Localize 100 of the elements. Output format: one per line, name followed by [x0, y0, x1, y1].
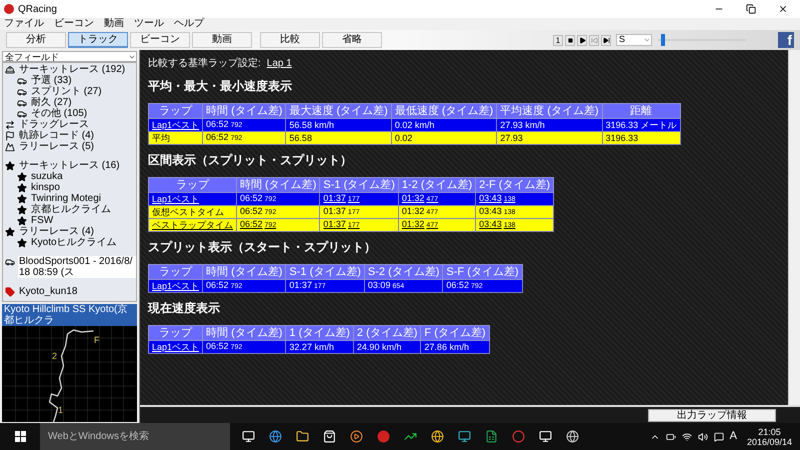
- car-icon: [5, 257, 15, 267]
- tree-item[interactable]: Twinring Motegi: [30, 193, 102, 204]
- notification-icon[interactable]: [714, 432, 724, 442]
- tree-item[interactable]: 京都ヒルクライム: [30, 204, 112, 215]
- menu-item[interactable]: ツール: [134, 18, 164, 30]
- play-icon: [578, 36, 586, 44]
- tree-item[interactable]: 軌跡レコード (4): [18, 130, 95, 141]
- track-select[interactable]: Kyoto Hillclimb SS Kyoto(京都ヒルクラ: [2, 304, 137, 326]
- battery-icon[interactable]: [666, 432, 676, 442]
- folder-icon[interactable]: [296, 430, 309, 443]
- menu-item[interactable]: ヘルプ: [174, 18, 204, 30]
- table-cell: 平均: [148, 132, 203, 144]
- section-heading: 区間表示（スプリット・スプリット）: [148, 152, 353, 169]
- column-header: ラップ: [148, 264, 203, 280]
- restore-icon[interactable]: [746, 4, 756, 14]
- app-icon[interactable]: [458, 430, 471, 443]
- column-header: 時間 (タイム差): [202, 104, 286, 118]
- table-cell: 27.86 km/h: [420, 340, 490, 354]
- app-logo-icon: [4, 4, 14, 14]
- scrollbar[interactable]: [788, 50, 800, 405]
- helmet-icon: [5, 65, 15, 75]
- column-header: F (タイム差): [420, 326, 490, 340]
- tree-item[interactable]: FSW: [30, 215, 54, 226]
- map-label: F: [94, 336, 100, 345]
- tree-item[interactable]: サーキットレース (16): [18, 160, 121, 171]
- play-button[interactable]: [577, 34, 587, 46]
- spreadsheet-icon[interactable]: [485, 430, 498, 443]
- social-logo[interactable]: f: [778, 32, 794, 48]
- tree-item[interactable]: suzuka: [30, 171, 64, 182]
- first-button[interactable]: 1: [553, 34, 563, 46]
- tree-item[interactable]: Kyotoヒルクライム: [30, 237, 118, 248]
- stop-icon: [568, 38, 572, 42]
- wifi-icon[interactable]: [682, 432, 692, 442]
- column-header: S-F (タイム差): [442, 264, 522, 280]
- skip-forward-icon: [602, 36, 610, 44]
- speed-select[interactable]: S: [616, 34, 652, 46]
- ime-indicator[interactable]: A: [730, 428, 737, 445]
- star-icon: [17, 205, 27, 215]
- mountain-icon: [5, 142, 15, 152]
- tree-item[interactable]: BloodSports001 - 2016/8/18 08:59 (ス: [18, 256, 136, 278]
- menu-item[interactable]: 動画: [104, 18, 124, 30]
- column-header: ラップ: [148, 104, 203, 118]
- column-header: 平均速度 (タイム差): [496, 104, 602, 118]
- table-cell: 3196.33: [602, 132, 680, 144]
- tree-item[interactable]: 耐久 (27): [30, 97, 73, 108]
- media-player-icon[interactable]: [350, 430, 363, 443]
- toolbar-tab[interactable]: 動画: [192, 32, 252, 48]
- star-icon: [5, 227, 15, 237]
- tree-item[interactable]: Kyoto_kun18: [18, 286, 78, 297]
- taskbar-search-field[interactable]: WebとWindowsを検索: [40, 423, 230, 450]
- filter-select[interactable]: 全フィールド: [2, 51, 137, 62]
- store-icon[interactable]: [323, 430, 336, 443]
- reference-label: 比較する基準ラップ設定:: [148, 56, 261, 71]
- skip-back-icon: [590, 36, 598, 44]
- clock-date[interactable]: 2016/09/14: [746, 436, 792, 446]
- toolbar-tab[interactable]: 比較: [260, 32, 320, 48]
- table-cell: 32.27 km/h: [286, 340, 354, 354]
- task-view-icon[interactable]: [242, 430, 255, 443]
- tree-item[interactable]: サーキットレース (192): [18, 64, 126, 75]
- column-header: 1-2 (タイム差): [398, 178, 476, 192]
- app-icon[interactable]: [539, 430, 552, 443]
- tree-item[interactable]: ラリーレース (5): [18, 141, 95, 152]
- output-lap-info-button[interactable]: 出力ラップ情報: [648, 408, 776, 422]
- star-icon: [17, 194, 27, 204]
- section-heading: スプリット表示（スタート・スプリット）: [148, 239, 377, 256]
- slider-thumb[interactable]: [660, 34, 665, 46]
- volume-icon[interactable]: [698, 432, 708, 442]
- column-header: 2-F (タイム差): [476, 178, 554, 192]
- stop-button[interactable]: [565, 34, 575, 46]
- table-cell: 27.93: [496, 132, 602, 144]
- toolbar-tab[interactable]: トラック: [68, 32, 128, 48]
- tree-item[interactable]: kinspo: [30, 182, 61, 193]
- close-icon[interactable]: [778, 4, 788, 14]
- tree-item[interactable]: スプリント (27): [30, 86, 103, 97]
- star-icon: [5, 161, 15, 171]
- clock-time[interactable]: 21:05: [758, 426, 781, 436]
- reference-link[interactable]: Lap 1: [266, 56, 292, 71]
- next-button[interactable]: [601, 34, 611, 46]
- table-cell: 0.02: [391, 132, 497, 144]
- tree-item[interactable]: ドラッグレース: [18, 119, 90, 130]
- tree-item[interactable]: 予選 (33): [30, 75, 73, 86]
- star-icon: [17, 172, 27, 182]
- tree-item[interactable]: ラリーレース (4): [18, 226, 95, 237]
- car-icon: [17, 98, 27, 108]
- browser-icon[interactable]: [431, 430, 444, 443]
- menu-item[interactable]: ビーコン: [54, 18, 94, 30]
- toolbar-tab[interactable]: 分析: [6, 32, 66, 48]
- menu-item[interactable]: ファイル: [4, 18, 44, 30]
- column-header: 時間 (タイム差): [236, 178, 320, 192]
- map-label: 1: [58, 406, 64, 415]
- tree-item[interactable]: その他 (105): [30, 108, 88, 119]
- toolbar-tab[interactable]: ビーコン: [130, 32, 190, 48]
- flag-icon: [5, 131, 15, 141]
- column-header: 1 (タイム差): [286, 326, 354, 340]
- browser-icon[interactable]: [269, 430, 282, 443]
- column-header: 2 (タイム差): [353, 326, 421, 340]
- column-header: 最大速度 (タイム差): [286, 104, 392, 118]
- toolbar-tab[interactable]: 省略: [322, 32, 382, 48]
- column-header: 距離: [602, 104, 680, 118]
- app-icon[interactable]: [566, 430, 579, 443]
